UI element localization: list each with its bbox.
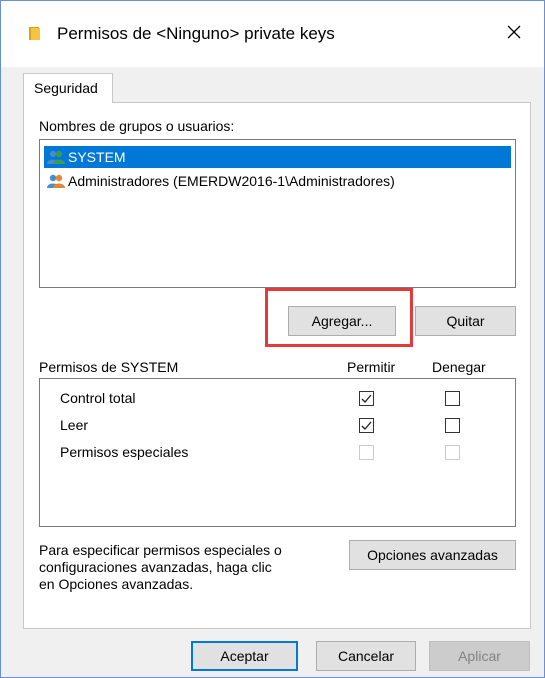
deny-checkbox bbox=[445, 445, 460, 460]
deny-header: Denegar bbox=[432, 359, 486, 375]
folder-icon bbox=[27, 25, 43, 41]
add-button[interactable]: Agregar... bbox=[288, 306, 396, 336]
advanced-help-text: Para especificar permisos especiales o c… bbox=[39, 542, 282, 592]
permission-name: Control total bbox=[60, 390, 136, 406]
allow-checkbox bbox=[359, 445, 374, 460]
allow-header: Permitir bbox=[347, 359, 396, 375]
deny-checkbox[interactable] bbox=[445, 418, 460, 433]
check-icon bbox=[361, 421, 372, 430]
list-item[interactable]: SYSTEM bbox=[44, 146, 511, 168]
permission-name: Leer bbox=[60, 417, 89, 433]
permission-name: Permisos especiales bbox=[60, 444, 189, 460]
advanced-options-button[interactable]: Opciones avanzadas bbox=[349, 540, 516, 570]
tab-label: Seguridad bbox=[34, 80, 98, 96]
users-group-icon bbox=[46, 149, 66, 165]
permissions-label: Permisos de SYSTEM bbox=[39, 359, 179, 375]
allow-checkbox[interactable] bbox=[359, 418, 374, 433]
permissions-list: Control total Leer Permisos especiales bbox=[39, 378, 516, 527]
list-item-label: Administradores (EMERDW2016-1\Administra… bbox=[68, 173, 395, 189]
groups-label: Nombres de grupos o usuarios: bbox=[39, 118, 235, 134]
close-icon bbox=[506, 24, 522, 44]
window-title: Permisos de <Ninguno> private keys bbox=[57, 24, 335, 43]
close-button[interactable] bbox=[484, 11, 544, 57]
deny-checkbox[interactable] bbox=[445, 391, 460, 406]
remove-button[interactable]: Quitar bbox=[415, 306, 516, 336]
groups-listbox[interactable]: SYSTEM Administradores (EMERDW2016-1\Adm… bbox=[39, 139, 516, 288]
apply-button: Aplicar bbox=[429, 641, 530, 671]
accept-button[interactable]: Aceptar bbox=[191, 641, 298, 671]
list-item-label: SYSTEM bbox=[68, 149, 126, 165]
allow-checkbox[interactable] bbox=[359, 391, 374, 406]
tab-seguridad[interactable]: Seguridad bbox=[23, 73, 113, 103]
list-item[interactable]: Administradores (EMERDW2016-1\Administra… bbox=[44, 170, 511, 192]
title-bar[interactable]: Permisos de <Ninguno> private keys bbox=[1, 1, 544, 67]
permissions-dialog: Permisos de <Ninguno> private keys Segur… bbox=[0, 0, 545, 678]
check-icon bbox=[361, 394, 372, 403]
cancel-button[interactable]: Cancelar bbox=[316, 641, 416, 671]
users-group-icon bbox=[46, 173, 66, 189]
